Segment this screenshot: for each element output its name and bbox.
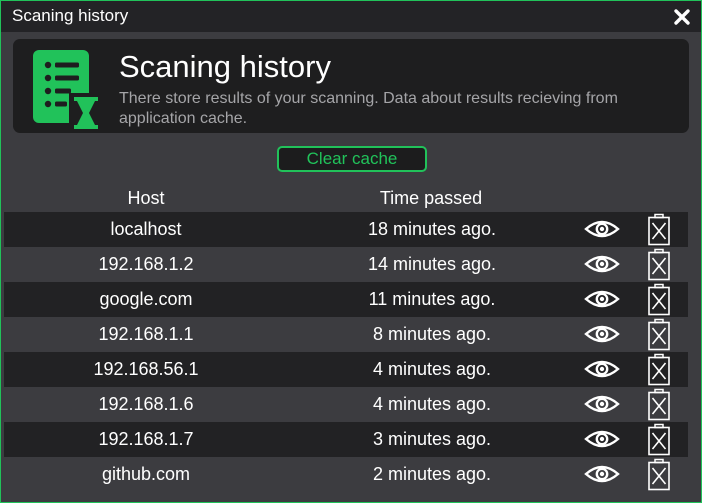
trash-icon: [648, 283, 670, 316]
trash-icon: [648, 353, 670, 386]
trash-icon: [648, 248, 670, 281]
delete-result-button[interactable]: [647, 213, 671, 246]
trash-icon: [648, 213, 670, 246]
view-result-button[interactable]: [584, 323, 620, 345]
trash-icon: [648, 423, 670, 456]
eye-icon: [584, 220, 620, 238]
host-cell: localhost: [110, 219, 182, 239]
clear-cache-button[interactable]: Clear cache: [277, 146, 427, 172]
header-card: Scaning history There store results of y…: [13, 39, 689, 133]
eye-icon: [584, 395, 620, 413]
scanning-history-window: Scaning history Scaning history There st…: [0, 0, 702, 503]
time-passed-cell: 14 minutes ago.: [367, 254, 497, 274]
eye-icon: [584, 360, 620, 378]
trash-icon: [648, 318, 670, 351]
eye-icon: [584, 325, 620, 343]
time-passed-cell: 8 minutes ago.: [372, 324, 492, 344]
time-passed-cell: 18 minutes ago.: [367, 219, 497, 239]
delete-result-button[interactable]: [647, 353, 671, 386]
host-cell: google.com: [99, 289, 193, 309]
title-bar: Scaning history: [1, 1, 701, 32]
table-row: 192.168.1.7 3 minutes ago.: [4, 422, 688, 457]
table-row: localhost 18 minutes ago.: [4, 212, 688, 247]
time-passed-cell: 4 minutes ago.: [372, 394, 492, 414]
host-cell: 192.168.1.6: [98, 394, 194, 414]
history-table: localhost 18 minutes ago. 192.168.1.2 14: [4, 212, 688, 492]
host-cell: 192.168.56.1: [93, 359, 199, 379]
table-row: 192.168.1.1 8 minutes ago.: [4, 317, 688, 352]
delete-result-button[interactable]: [647, 248, 671, 281]
column-header-time-passed: Time passed: [379, 188, 483, 208]
column-header-host: Host: [127, 188, 165, 208]
view-result-button[interactable]: [584, 253, 620, 275]
table-row: github.com 2 minutes ago.: [4, 457, 688, 492]
eye-icon: [584, 465, 620, 483]
delete-result-button[interactable]: [647, 388, 671, 421]
close-button[interactable]: [671, 6, 693, 28]
time-passed-cell: 2 minutes ago.: [372, 464, 492, 484]
close-icon: [674, 9, 690, 25]
eye-icon: [584, 255, 620, 273]
table-row: 192.168.56.1 4 minutes ago.: [4, 352, 688, 387]
time-passed-cell: 4 minutes ago.: [372, 359, 492, 379]
view-result-button[interactable]: [584, 288, 620, 310]
trash-icon: [648, 388, 670, 421]
host-cell: 192.168.1.1: [98, 324, 194, 344]
view-result-button[interactable]: [584, 358, 620, 380]
history-list-hourglass-icon: [31, 49, 111, 133]
host-cell: 192.168.1.7: [98, 429, 194, 449]
view-result-button[interactable]: [584, 393, 620, 415]
time-passed-cell: 11 minutes ago.: [368, 289, 496, 309]
trash-icon: [648, 458, 670, 491]
header-description: There store results of your scanning. Da…: [119, 90, 618, 127]
delete-result-button[interactable]: [647, 423, 671, 456]
time-passed-cell: 3 minutes ago.: [372, 429, 492, 449]
eye-icon: [584, 290, 620, 308]
table-row: 192.168.1.6 4 minutes ago.: [4, 387, 688, 422]
delete-result-button[interactable]: [647, 318, 671, 351]
header-title: Scaning history: [119, 49, 331, 84]
view-result-button[interactable]: [584, 218, 620, 240]
table-row: 192.168.1.2 14 minutes ago.: [4, 247, 688, 282]
host-cell: github.com: [101, 464, 191, 484]
view-result-button[interactable]: [584, 428, 620, 450]
window-title: Scaning history: [12, 6, 129, 25]
delete-result-button[interactable]: [647, 283, 671, 316]
host-cell: 192.168.1.2: [98, 254, 194, 274]
table-row: google.com 11 minutes ago.: [4, 282, 688, 317]
eye-icon: [584, 430, 620, 448]
view-result-button[interactable]: [584, 463, 620, 485]
delete-result-button[interactable]: [647, 458, 671, 491]
